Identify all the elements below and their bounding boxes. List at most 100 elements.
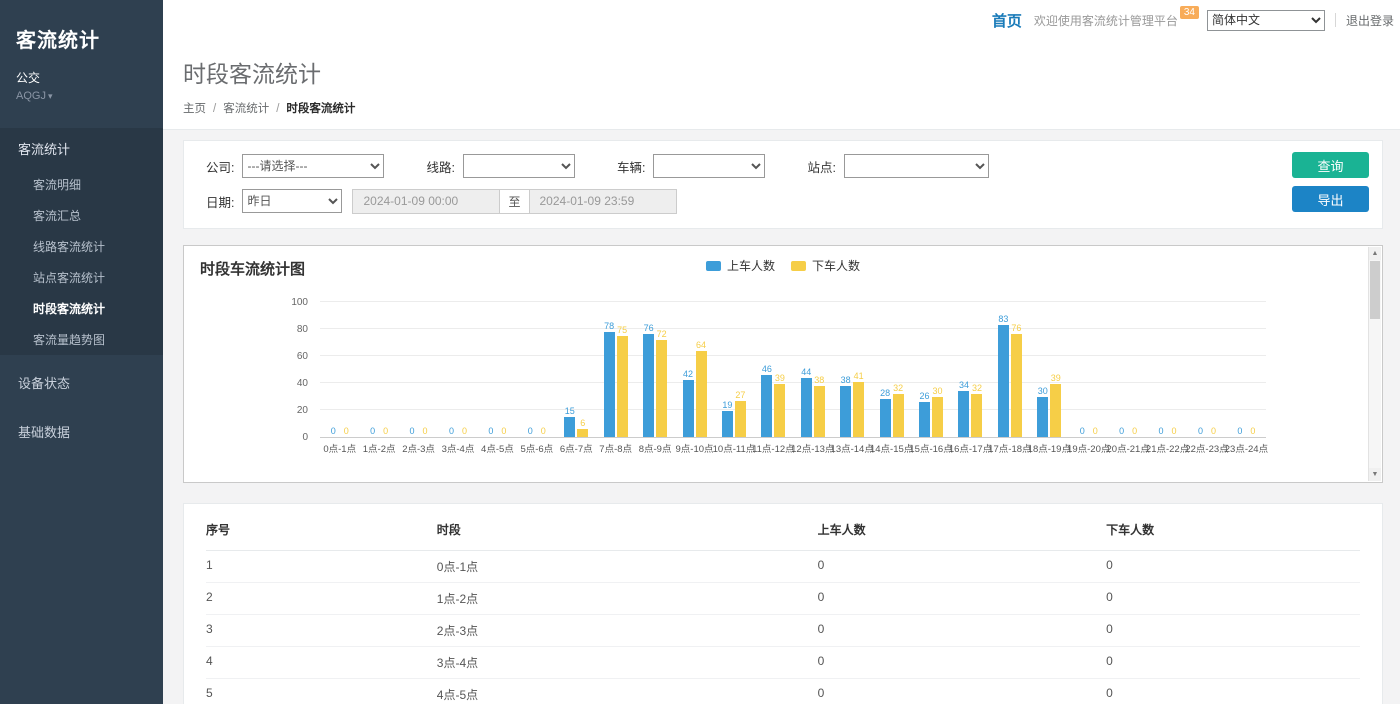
bar[interactable]: 76 xyxy=(1011,303,1022,437)
bar-rect xyxy=(1050,384,1061,437)
query-button[interactable]: 查询 xyxy=(1292,152,1369,178)
bar[interactable]: 0 xyxy=(1156,303,1167,437)
bar[interactable]: 34 xyxy=(958,303,969,437)
bar[interactable]: 0 xyxy=(1116,303,1127,437)
scroll-down-arrow-icon[interactable]: ▼ xyxy=(1369,468,1381,481)
company-select[interactable]: ---请选择--- xyxy=(242,154,384,178)
chart-scrollbar[interactable]: ▲ ▼ xyxy=(1368,247,1381,481)
bar[interactable]: 0 xyxy=(1090,303,1101,437)
bar[interactable]: 39 xyxy=(1050,303,1061,437)
bar[interactable]: 0 xyxy=(420,303,431,437)
scrollbar-thumb[interactable] xyxy=(1370,261,1380,319)
bar-rect xyxy=(1011,334,1022,437)
sidebar-item-base-data[interactable]: 基础数据 xyxy=(0,410,163,453)
bar[interactable]: 26 xyxy=(919,303,930,437)
x-axis-label: 16点-17点 xyxy=(951,441,990,455)
scroll-up-arrow-icon[interactable]: ▲ xyxy=(1369,247,1381,260)
bar[interactable]: 0 xyxy=(446,303,457,437)
bar[interactable]: 0 xyxy=(367,303,378,437)
export-button[interactable]: 导出 xyxy=(1292,186,1369,212)
table-cell: 0 xyxy=(1106,622,1360,639)
bar[interactable]: 0 xyxy=(407,303,418,437)
bar[interactable]: 0 xyxy=(525,303,536,437)
sidebar-item-device-status[interactable]: 设备状态 xyxy=(0,361,163,404)
bar[interactable]: 0 xyxy=(1077,303,1088,437)
bar[interactable]: 38 xyxy=(814,303,825,437)
sidebar-item-passenger-flow-stats[interactable]: 客流统计 xyxy=(0,128,163,169)
bar[interactable]: 42 xyxy=(683,303,694,437)
logout-link[interactable]: 退出登录 xyxy=(1346,12,1394,29)
bar-group: 00 xyxy=(1108,303,1147,437)
bar[interactable]: 46 xyxy=(761,303,772,437)
bar[interactable]: 32 xyxy=(893,303,904,437)
bar[interactable]: 41 xyxy=(853,303,864,437)
bar[interactable]: 15 xyxy=(564,303,575,437)
sidebar-item-flow-trend-chart[interactable]: 客流量趋势图 xyxy=(0,324,163,355)
bar-group: 00 xyxy=(399,303,438,437)
sidebar-item-flow-summary[interactable]: 客流汇总 xyxy=(0,200,163,231)
bar[interactable]: 75 xyxy=(617,303,628,437)
bar-group: 00 xyxy=(359,303,398,437)
table-body: 10点-1点0021点-2点0032点-3点0043点-4点0054点-5点00… xyxy=(206,551,1360,704)
bar[interactable]: 0 xyxy=(1234,303,1245,437)
vehicle-label: 车辆: xyxy=(617,157,645,176)
bar[interactable]: 0 xyxy=(1247,303,1258,437)
bar[interactable]: 0 xyxy=(380,303,391,437)
bar[interactable]: 28 xyxy=(880,303,891,437)
bar-value-label: 44 xyxy=(801,367,811,377)
bar[interactable]: 30 xyxy=(932,303,943,437)
bar-value-label: 26 xyxy=(920,391,930,401)
vehicle-select[interactable] xyxy=(653,154,765,178)
date-from-input[interactable] xyxy=(352,189,500,214)
line-select[interactable] xyxy=(463,154,575,178)
bar[interactable]: 0 xyxy=(538,303,549,437)
notification-badge[interactable]: 34 xyxy=(1180,6,1199,19)
x-axis-label: 15点-16点 xyxy=(911,441,950,455)
bar[interactable]: 64 xyxy=(696,303,707,437)
bar[interactable]: 32 xyxy=(971,303,982,437)
bar[interactable]: 0 xyxy=(328,303,339,437)
app-title: 客流统计 xyxy=(16,24,147,53)
breadcrumb-passenger-flow[interactable]: 客流统计 xyxy=(223,103,269,115)
x-axis-label: 11点-12点 xyxy=(754,441,793,455)
sidebar-item-station-flow-stats[interactable]: 站点客流统计 xyxy=(0,262,163,293)
user-name: AQGJ xyxy=(16,90,46,102)
bar[interactable]: 0 xyxy=(1195,303,1206,437)
table-row: 54点-5点00 xyxy=(206,679,1360,704)
bar[interactable]: 19 xyxy=(722,303,733,437)
bar[interactable]: 78 xyxy=(604,303,615,437)
bar[interactable]: 0 xyxy=(485,303,496,437)
breadcrumb-home[interactable]: 主页 xyxy=(183,103,206,115)
bar[interactable]: 0 xyxy=(459,303,470,437)
user-menu[interactable]: AQGJ▾ xyxy=(0,90,163,102)
bar[interactable]: 27 xyxy=(735,303,746,437)
legend-item[interactable]: 上车人数 xyxy=(706,257,775,274)
sidebar-item-flow-detail[interactable]: 客流明细 xyxy=(0,169,163,200)
language-select[interactable]: 简体中文 xyxy=(1207,10,1325,31)
date-to-input[interactable] xyxy=(529,189,677,214)
bar-value-label: 0 xyxy=(501,426,506,436)
bar[interactable]: 72 xyxy=(656,303,667,437)
bar[interactable]: 0 xyxy=(498,303,509,437)
bar[interactable]: 44 xyxy=(801,303,812,437)
sidebar-item-route-flow-stats[interactable]: 线路客流统计 xyxy=(0,231,163,262)
bar[interactable]: 76 xyxy=(643,303,654,437)
bar[interactable]: 83 xyxy=(998,303,1009,437)
bar[interactable]: 0 xyxy=(1169,303,1180,437)
bar[interactable]: 0 xyxy=(341,303,352,437)
bar[interactable]: 0 xyxy=(1129,303,1140,437)
home-link[interactable]: 首页 xyxy=(992,10,1022,31)
station-select[interactable] xyxy=(844,154,989,178)
sidebar-item-period-flow-stats[interactable]: 时段客流统计 xyxy=(0,293,163,324)
legend-swatch-icon xyxy=(706,261,721,271)
bar[interactable]: 30 xyxy=(1037,303,1048,437)
y-axis-label: 100 xyxy=(268,297,308,308)
bar[interactable]: 39 xyxy=(774,303,785,437)
bar[interactable]: 0 xyxy=(1208,303,1219,437)
legend-item[interactable]: 下车人数 xyxy=(791,257,860,274)
x-axis-label: 7点-8点 xyxy=(596,441,635,455)
bar[interactable]: 38 xyxy=(840,303,851,437)
date-preset-select[interactable]: 昨日 xyxy=(242,189,342,213)
bar-value-label: 39 xyxy=(775,373,785,383)
bar[interactable]: 6 xyxy=(577,303,588,437)
